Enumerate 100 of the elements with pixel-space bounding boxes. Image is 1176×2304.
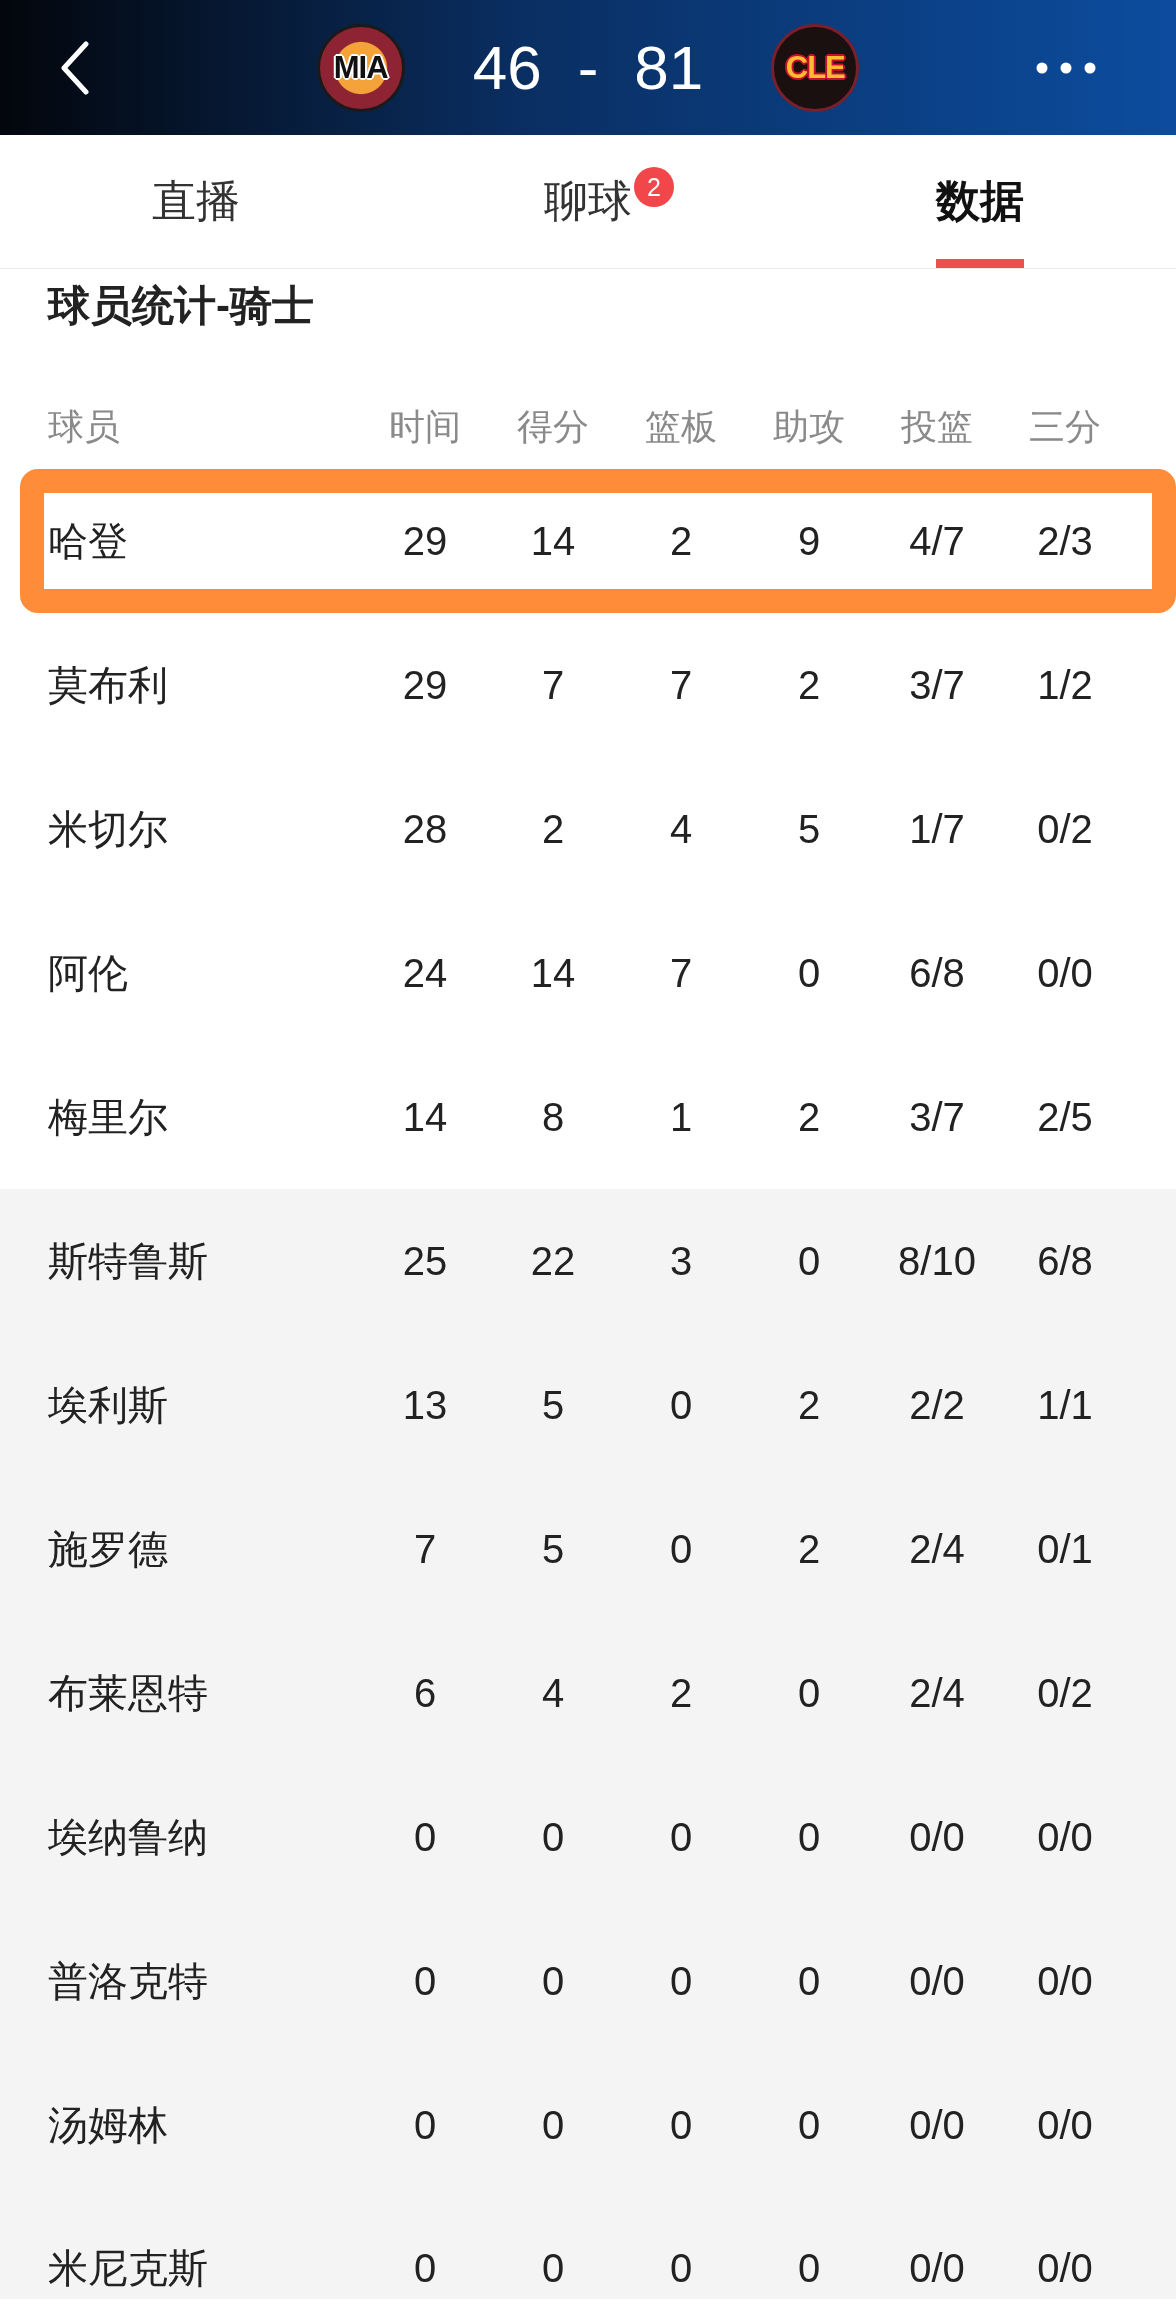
stat-value: 0 (541, 1958, 565, 2005)
stat-value: 0 (669, 1814, 693, 1861)
stat-value: 7 (413, 1526, 437, 1573)
stat-value: 14 (530, 518, 576, 565)
stat-value: 29 (402, 662, 448, 709)
stat-value: 1/1 (1037, 1382, 1093, 1429)
player-name: 莫布利 (48, 662, 168, 709)
column-header: 球员 (48, 405, 120, 449)
stat-value: 8 (541, 1094, 565, 1141)
stat-value: 0 (413, 2245, 437, 2292)
stat-value: 0/0 (909, 2245, 965, 2292)
stat-value: 22 (530, 1238, 576, 1285)
stat-value: 2/3 (1037, 518, 1093, 565)
stat-value: 0 (797, 1814, 821, 1861)
stat-value: 0/0 (1037, 950, 1093, 997)
stat-value: 2 (797, 1094, 821, 1141)
stat-value: 2 (541, 806, 565, 853)
column-header: 篮板 (645, 405, 717, 449)
stat-value: 4 (669, 806, 693, 853)
stat-value: 2/4 (909, 1670, 965, 1717)
stat-value: 2 (669, 518, 693, 565)
stat-value: 14 (402, 1094, 448, 1141)
player-name: 哈登 (48, 518, 128, 565)
tab[interactable]: 直播 (152, 135, 240, 268)
stat-value: 0 (797, 950, 821, 997)
stat-value: 13 (402, 1382, 448, 1429)
column-header: 投篮 (901, 405, 973, 449)
stat-value: 0/0 (909, 2102, 965, 2149)
stat-value: 5 (541, 1526, 565, 1573)
stat-value: 0/2 (1037, 806, 1093, 853)
stat-value: 3 (669, 1238, 693, 1285)
stat-value: 6 (413, 1670, 437, 1717)
stat-value: 0 (669, 2245, 693, 2292)
player-name: 斯特鲁斯 (48, 1238, 208, 1285)
team-logo: MIA (316, 23, 405, 112)
player-name: 米切尔 (48, 806, 168, 853)
player-name: 梅里尔 (48, 1094, 168, 1141)
stat-value: 3/7 (909, 1094, 965, 1141)
stat-value: 6/8 (1037, 1238, 1093, 1285)
stat-value: 0 (797, 2102, 821, 2149)
stat-value: 5 (541, 1382, 565, 1429)
stat-value: 0 (541, 2102, 565, 2149)
stat-value: 28 (402, 806, 448, 853)
stat-value: 2/4 (909, 1526, 965, 1573)
column-header: 三分 (1029, 405, 1101, 449)
player-name: 阿伦 (48, 950, 128, 997)
tab[interactable]: 聊球 (544, 135, 632, 268)
stat-value: 2/5 (1037, 1094, 1093, 1141)
stat-value: 0/0 (1037, 1958, 1093, 2005)
stat-value: 7 (541, 662, 565, 709)
stat-value: 2 (797, 1382, 821, 1429)
player-name: 米尼克斯 (48, 2245, 208, 2292)
home-score: 46 (472, 36, 542, 99)
score-separator: - (577, 36, 599, 99)
stat-value: 0 (413, 2102, 437, 2149)
stat-value: 0 (797, 1238, 821, 1285)
stat-value: 2 (797, 1526, 821, 1573)
player-name: 普洛克特 (48, 1958, 208, 2005)
stat-value: 1/7 (909, 806, 965, 853)
stat-value: 0/1 (1037, 1526, 1093, 1573)
player-name: 施罗德 (48, 1526, 168, 1573)
stat-value: 0 (413, 1958, 437, 2005)
stat-value: 7 (669, 662, 693, 709)
stat-value: 0 (797, 2245, 821, 2292)
stat-value: 9 (797, 518, 821, 565)
stat-value: 0 (413, 1814, 437, 1861)
stat-value: 0/0 (909, 1958, 965, 2005)
stat-value: 4/7 (909, 518, 965, 565)
back-icon[interactable] (60, 40, 90, 95)
stat-value: 1/2 (1037, 662, 1093, 709)
away-score: 81 (634, 36, 704, 99)
stat-value: 0/0 (1037, 2102, 1093, 2149)
stat-value: 8/10 (898, 1238, 976, 1285)
player-name: 汤姆林 (48, 2102, 168, 2149)
section-title: 球员统计-骑士 (46, 281, 315, 331)
stat-value: 0 (541, 1814, 565, 1861)
stat-value: 0/0 (1037, 2245, 1093, 2292)
stat-value: 0 (669, 2102, 693, 2149)
stat-value: 0/0 (909, 1814, 965, 1861)
player-name: 埃纳鲁纳 (48, 1814, 208, 1861)
stat-value: 0 (669, 1526, 693, 1573)
column-header: 时间 (389, 405, 461, 449)
stat-value: 24 (402, 950, 448, 997)
tab[interactable]: 数据 (936, 135, 1024, 268)
stat-value: 7 (669, 950, 693, 997)
stat-value: 1 (669, 1094, 693, 1141)
stat-value: 2 (669, 1670, 693, 1717)
team-logo: CLE (771, 23, 860, 112)
stat-value: 2 (797, 662, 821, 709)
stat-value: 0 (797, 1958, 821, 2005)
stat-value: 0 (541, 2245, 565, 2292)
stat-value: 3/7 (909, 662, 965, 709)
stat-value: 5 (797, 806, 821, 853)
stat-value: 0 (669, 1382, 693, 1429)
player-name: 埃利斯 (48, 1382, 168, 1429)
more-icon[interactable] (1036, 61, 1096, 74)
stat-value: 4 (541, 1670, 565, 1717)
player-name: 布莱恩特 (48, 1670, 208, 1717)
stat-value: 0 (669, 1958, 693, 2005)
stat-value: 0 (797, 1670, 821, 1717)
